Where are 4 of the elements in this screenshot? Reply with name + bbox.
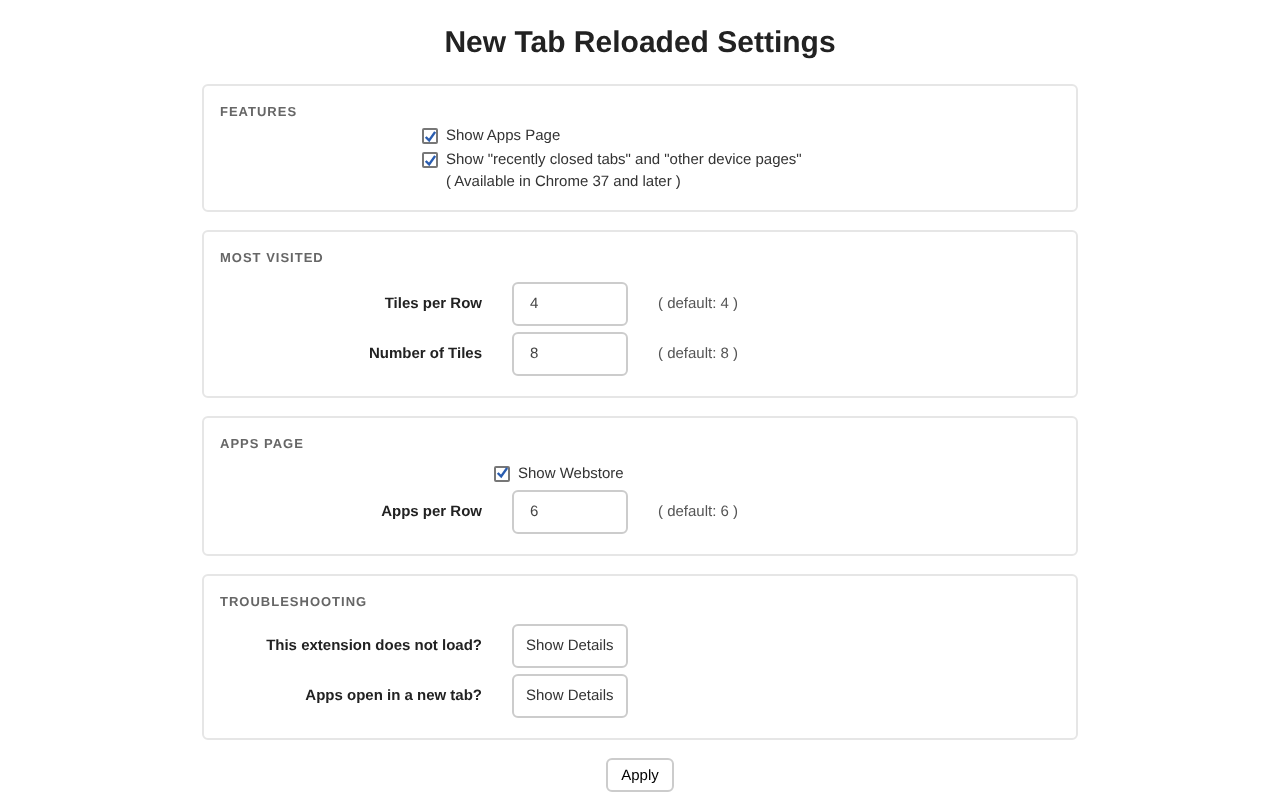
checkbox[interactable] [494,465,510,482]
page-title: New Tab Reloaded Settings [442,26,838,62]
checkbox[interactable] [422,152,438,169]
checkbox[interactable] [422,128,438,145]
